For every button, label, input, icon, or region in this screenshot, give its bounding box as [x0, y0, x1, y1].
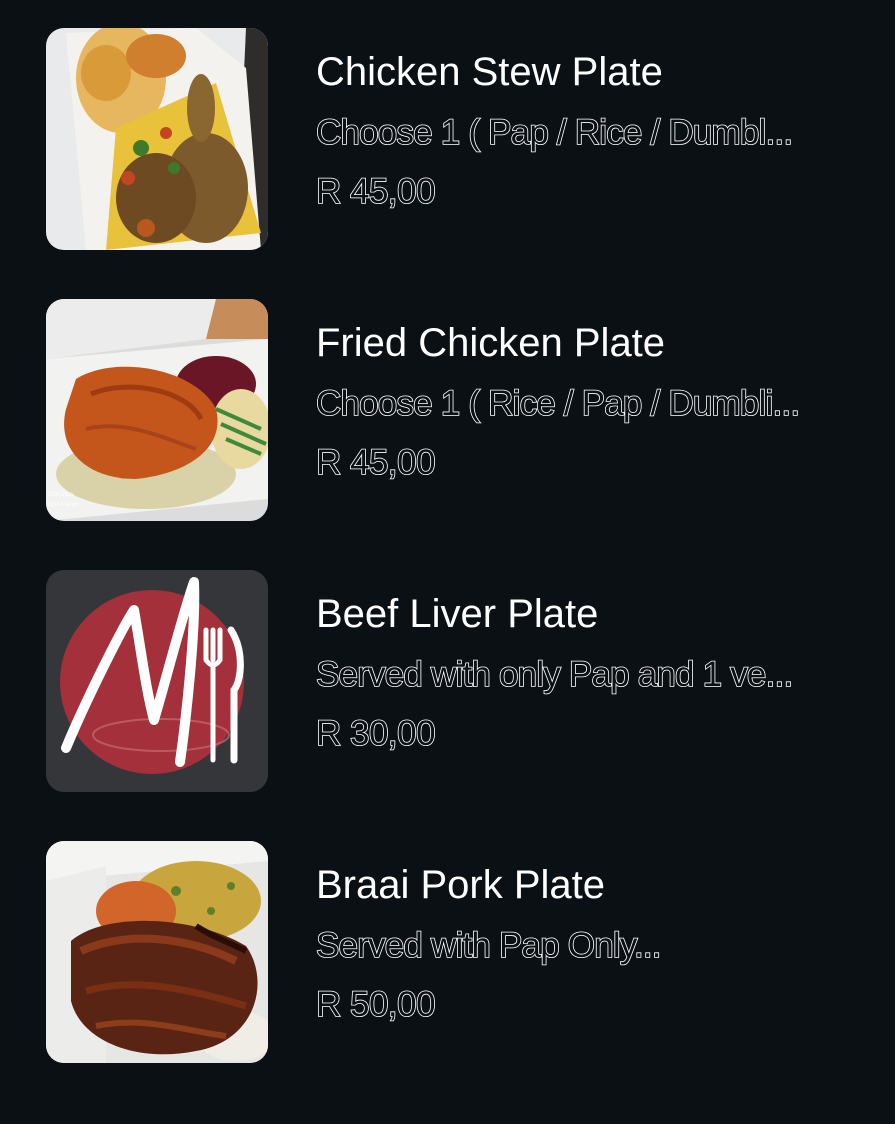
menu-item-chicken-stew[interactable]: Chicken Stew Plate Choose 1 ( Pap / Rice…: [0, 28, 895, 250]
chicken-stew-image: [46, 28, 268, 250]
item-title: Braai Pork Plate: [316, 863, 606, 907]
svg-text:2024 2:04 pm: 2024 2:04 pm: [48, 502, 79, 508]
svg-text:S24 Ultra: S24 Ultra: [48, 492, 74, 498]
menu-item-fried-chicken[interactable]: S24 Ultra 2024 2:04 pm Fried Chicken Pla…: [0, 299, 895, 521]
braai-pork-image: [46, 841, 268, 1063]
item-title: Chicken Stew Plate: [316, 50, 663, 94]
fried-chicken-photo[interactable]: S24 Ultra 2024 2:04 pm: [46, 299, 268, 521]
item-price: R 30,00: [315, 713, 436, 754]
restaurant-logo[interactable]: [46, 570, 268, 792]
item-title: Fried Chicken Plate: [316, 321, 666, 365]
menu-item-beef-liver[interactable]: Beef Liver Plate Served with only Pap an…: [0, 570, 895, 792]
restaurant-logo-m-fork-knife-icon: [46, 570, 268, 792]
item-description: Served with only Pap and 1 ve...: [316, 654, 793, 695]
item-price: R 45,00: [315, 171, 436, 212]
item-title: Beef Liver Plate: [316, 592, 599, 636]
item-description: Choose 1 ( Pap / Rice / Dumbl...: [316, 112, 793, 153]
item-description: Served with Pap Only...: [316, 925, 661, 966]
menu-item-braai-pork[interactable]: Braai Pork Plate Served with Pap Only...…: [0, 841, 895, 1063]
item-price: R 50,00: [315, 984, 436, 1025]
item-price: R 45,00: [315, 442, 436, 483]
item-description: Choose 1 ( Rice / Pap / Dumbli...: [316, 383, 800, 424]
menu-list: Chicken Stew Plate Choose 1 ( Pap / Rice…: [0, 0, 895, 1124]
chicken-stew-photo[interactable]: [46, 28, 268, 250]
fried-chicken-image: S24 Ultra 2024 2:04 pm: [46, 299, 268, 521]
braai-pork-photo[interactable]: [46, 841, 268, 1063]
